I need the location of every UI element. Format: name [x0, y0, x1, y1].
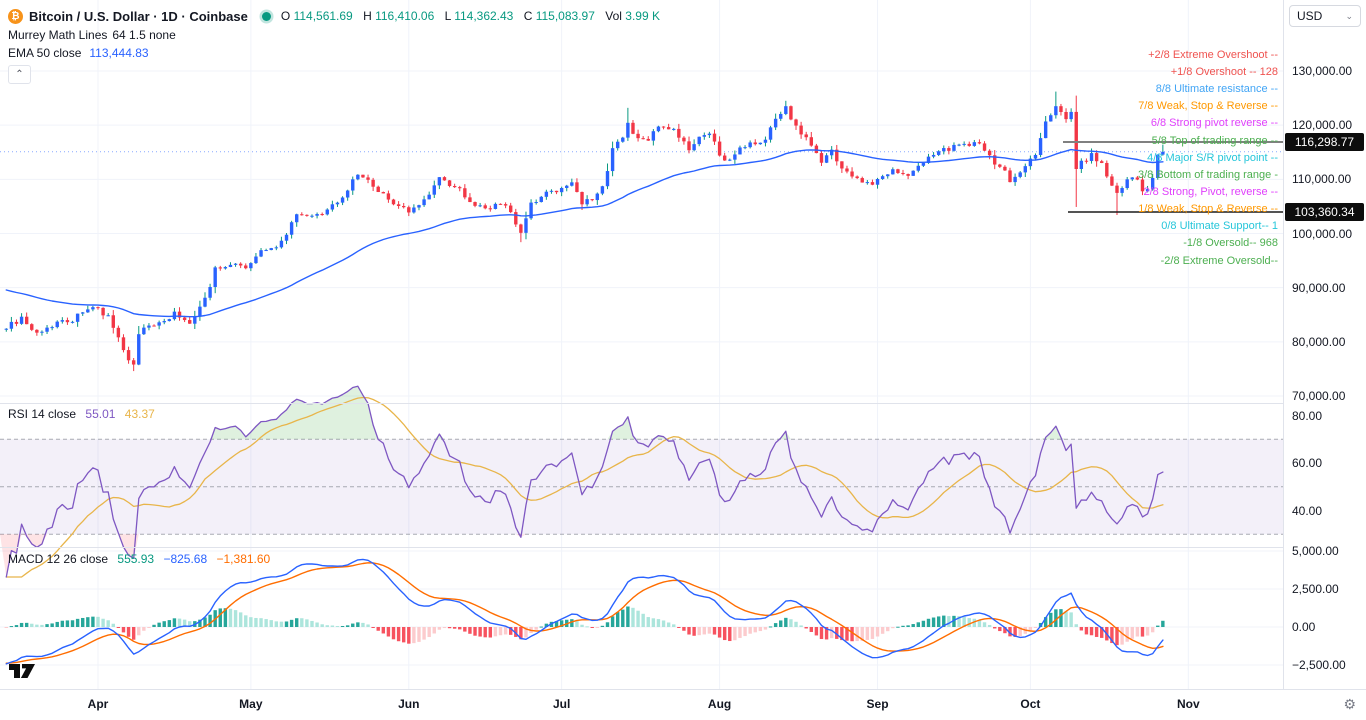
- ema-indicator-row[interactable]: EMA 50 close 113,444.83: [8, 44, 660, 62]
- murrey-level-label: 4/8 Major S/R pivot point --: [1147, 152, 1278, 164]
- month-label: Jun: [398, 697, 419, 711]
- axis-tick-label: 90,000.00: [1292, 281, 1345, 295]
- price-level-badge: 103,360.34: [1285, 203, 1364, 221]
- low-label: L: [445, 9, 451, 23]
- rsi-title[interactable]: RSI 14 close: [8, 407, 76, 421]
- close-label: C: [524, 9, 533, 23]
- macd-hist-value: 555.93: [117, 552, 154, 566]
- murrey-level-label: +1/8 Overshoot -- 128: [1171, 66, 1278, 78]
- macd-signal-value: −1,381.60: [217, 552, 271, 566]
- murrey-level-label: -2/8 Extreme Oversold--: [1161, 255, 1278, 267]
- murrey-level-label: 6/8 Strong pivot reverse --: [1151, 117, 1278, 129]
- tradingview-logo[interactable]: [8, 662, 38, 680]
- axis-tick-label: 60.00: [1292, 456, 1322, 470]
- gear-icon[interactable]: ⚙: [1343, 696, 1356, 713]
- axis-tick-label: 80,000.00: [1292, 335, 1345, 349]
- currency-dropdown[interactable]: USD ⌄: [1289, 5, 1361, 27]
- murrey-level-label: -1/8 Oversold-- 968: [1183, 237, 1278, 249]
- murrey-level-label: 0/8 Ultimate Support-- 1: [1161, 220, 1278, 232]
- axis-tick-label: 5,000.00: [1292, 544, 1339, 558]
- month-label: Jul: [553, 697, 570, 711]
- chart-canvas[interactable]: [0, 0, 1283, 689]
- murrey-level-label: 1/8 Weak, Stop & Reverse --: [1138, 203, 1278, 215]
- macd-legend-row[interactable]: MACD 12 26 close 555.93 −825.68 −1,381.6…: [8, 552, 276, 566]
- trading-chart-app: ₿ Bitcoin / U.S. Dollar · 1D · Coinbase …: [0, 0, 1366, 720]
- currency-label: USD: [1297, 9, 1322, 23]
- month-label: Apr: [88, 697, 109, 711]
- axis-tick-label: 40.00: [1292, 504, 1322, 518]
- murrey-level-label: +2/8 Extreme Overshoot --: [1148, 49, 1278, 61]
- rsi-value: 55.01: [85, 407, 115, 421]
- axis-tick-label: 2,500.00: [1292, 582, 1339, 596]
- collapse-legend-button[interactable]: ⌃: [8, 65, 31, 84]
- axis-tick-label: 0.00: [1292, 620, 1315, 634]
- axis-tick-label: 70,000.00: [1292, 389, 1345, 403]
- low-value: 114,362.43: [454, 9, 513, 23]
- legend: ₿ Bitcoin / U.S. Dollar · 1D · Coinbase …: [8, 6, 660, 84]
- rsi-legend-row[interactable]: RSI 14 close 55.01 43.37: [8, 407, 161, 421]
- axis-tick-label: −2,500.00: [1292, 658, 1346, 672]
- axis-tick-label: 80.00: [1292, 409, 1322, 423]
- price-source-dot-icon: [262, 12, 271, 21]
- ohlc-values: O 114,561.69 H 116,410.06 L 114,362.43 C…: [281, 9, 660, 23]
- murrey-level-label: 8/8 Ultimate resistance --: [1156, 83, 1278, 95]
- volume-label: Vol: [605, 9, 622, 23]
- macd-title[interactable]: MACD 12 26 close: [8, 552, 108, 566]
- price-axis[interactable]: USD ⌄ 130,000.00 120,000.00 110,000.00 100,…: [1283, 0, 1366, 689]
- month-label: Sep: [867, 697, 889, 711]
- ema-indicator-value: 113,444.83: [89, 46, 148, 60]
- macd-line-value: −825.68: [163, 552, 207, 566]
- high-value: 116,410.06: [375, 9, 434, 23]
- month-label: Aug: [708, 697, 731, 711]
- murrey-level-label: 2/8 Strong, Pivot, reverse --: [1144, 186, 1279, 198]
- bitcoin-icon: ₿: [8, 9, 23, 24]
- murrey-indicator-title[interactable]: Murrey Math Lines: [8, 28, 107, 42]
- chevron-up-icon: ⌃: [15, 69, 23, 80]
- axis-tick-label: 130,000.00: [1292, 64, 1352, 78]
- murrey-level-label: 7/8 Weak, Stop & Reverse --: [1138, 100, 1278, 112]
- panel-separator-rsi[interactable]: [0, 403, 1283, 404]
- close-value: 115,083.97: [536, 9, 595, 23]
- time-axis[interactable]: ⚙ Apr May Jun Jul Aug Sep Oct Nov: [0, 689, 1366, 720]
- month-label: Oct: [1020, 697, 1040, 711]
- symbol-row[interactable]: ₿ Bitcoin / U.S. Dollar · 1D · Coinbase …: [8, 6, 660, 26]
- chevron-down-icon: ⌄: [1345, 11, 1353, 22]
- murrey-indicator-row[interactable]: Murrey Math Lines 64 1.5 none: [8, 26, 660, 44]
- symbol-title[interactable]: Bitcoin / U.S. Dollar · 1D · Coinbase: [29, 9, 248, 24]
- axis-tick-label: 120,000.00: [1292, 118, 1352, 132]
- murrey-level-label: 5/8 Top of trading range --: [1152, 135, 1278, 147]
- axis-tick-label: 100,000.00: [1292, 227, 1352, 241]
- rsi-ma-value: 43.37: [125, 407, 155, 421]
- month-label: May: [239, 697, 262, 711]
- murrey-indicator-params: 64 1.5 none: [112, 28, 175, 42]
- panel-separator-macd[interactable]: [0, 547, 1283, 548]
- open-label: O: [281, 9, 290, 23]
- volume-value: 3.99 K: [625, 9, 660, 23]
- month-label: Nov: [1177, 697, 1200, 711]
- murrey-level-label: 3/8 Bottom of trading range -: [1138, 169, 1278, 181]
- axis-tick-label: 110,000.00: [1292, 172, 1351, 186]
- high-label: H: [363, 9, 372, 23]
- open-value: 114,561.69: [294, 9, 353, 23]
- price-level-badge: 116,298.77: [1285, 133, 1364, 151]
- ema-indicator-title[interactable]: EMA 50 close: [8, 46, 81, 60]
